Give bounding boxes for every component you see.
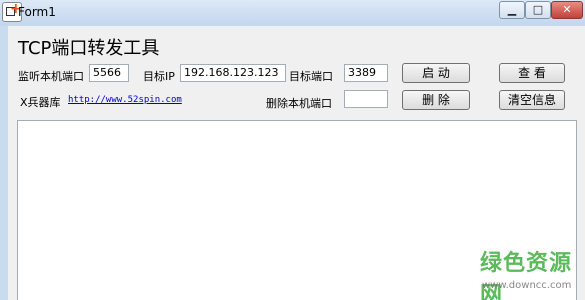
main-window: + Form1 ▁ □ ✕ TCP端口转发工具 监听本机端口 5566 目标IP… (0, 0, 585, 300)
minimize-button[interactable]: ▁ (499, 1, 525, 19)
delete-port-input[interactable] (344, 90, 388, 108)
delete-port-label: 删除本机端口 (266, 97, 332, 110)
close-button[interactable]: ✕ (551, 1, 583, 19)
maximize-button[interactable]: □ (525, 1, 551, 19)
local-port-input[interactable]: 5566 (89, 64, 129, 82)
arsenal-link[interactable]: http://www.52spin.com (68, 95, 182, 105)
target-ip-label: 目标IP (143, 70, 175, 83)
local-port-label: 监听本机端口 (18, 70, 84, 83)
target-port-input[interactable]: 3389 (344, 64, 388, 82)
app-heading: TCP端口转发工具 (18, 38, 160, 59)
arsenal-label: X兵器库 (20, 96, 61, 109)
clear-info-button[interactable]: 清空信息 (499, 90, 565, 110)
view-button[interactable]: 查 看 (499, 63, 565, 83)
watermark-url: www.downcc.com (482, 280, 572, 291)
target-ip-input[interactable]: 192.168.123.123 (180, 64, 286, 82)
target-port-label: 目标端口 (289, 70, 333, 83)
title-bar[interactable]: + Form1 ▁ □ ✕ (0, 0, 585, 26)
window-title: Form1 (18, 5, 56, 19)
delete-button[interactable]: 删 除 (402, 90, 470, 110)
start-button[interactable]: 启 动 (402, 63, 470, 83)
watermark-text: 绿色资源网 (480, 251, 573, 300)
